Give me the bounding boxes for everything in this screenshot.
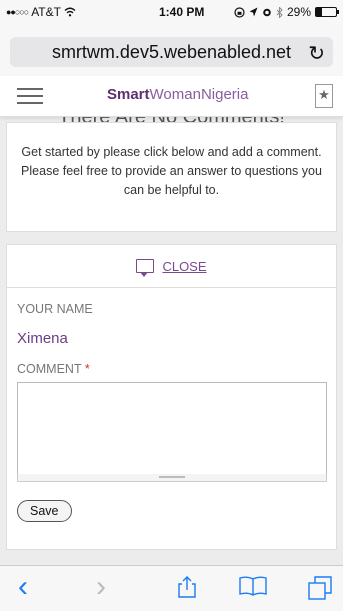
logo-nigeria: Nigeria <box>200 86 249 103</box>
comment-label: COMMENT * <box>17 362 90 376</box>
logo-smart: Smart <box>107 86 150 103</box>
address-bar[interactable]: smrtwm.dev5.webenabled.net ↻ <box>10 37 333 67</box>
back-icon[interactable]: ‹ <box>18 570 28 604</box>
carrier-info: ●●○○○ AT&T <box>6 5 76 19</box>
comment-label-text: COMMENT <box>17 362 82 376</box>
site-header: SmartWomanNigeria ★ <box>0 76 343 117</box>
battery-percent: 29% <box>286 5 311 19</box>
browser-address-area: smrtwm.dev5.webenabled.net ↻ <box>0 24 343 76</box>
status-indicators: 29% <box>234 5 339 19</box>
save-button[interactable]: Save <box>17 500 72 522</box>
status-time: 1:40 PM <box>159 5 205 19</box>
empty-comments-line1: Get started by please click below and ad… <box>21 145 322 159</box>
main-content: There Are No Comments! Get started by pl… <box>0 106 343 566</box>
textarea-resize-handle[interactable] <box>17 474 327 482</box>
comment-form: YOUR NAME Ximena COMMENT * Save <box>6 288 337 550</box>
share-icon[interactable] <box>178 576 196 598</box>
location-icon <box>249 7 258 17</box>
bluetooth-icon <box>276 6 283 18</box>
status-bar: ●●○○○ AT&T 1:40 PM 29% <box>0 0 343 24</box>
phone-screen: ●●○○○ AT&T 1:40 PM 29% smrtwm.dev5.weben… <box>0 0 343 611</box>
comment-icon <box>136 259 155 277</box>
browser-toolbar: ‹ › <box>0 565 343 611</box>
empty-comments-card: Get started by please click below and ad… <box>6 122 337 232</box>
battery-fill <box>316 8 322 16</box>
logo-woman: Woman <box>149 86 201 103</box>
close-comment-row[interactable]: CLOSE <box>6 244 337 288</box>
empty-comments-line2: Please feel free to provide an answer to… <box>21 164 322 197</box>
forward-icon[interactable]: › <box>96 570 106 604</box>
wifi-icon <box>64 7 76 17</box>
bookmark-icon[interactable]: ★ <box>315 84 333 108</box>
carrier-name: AT&T <box>31 5 61 19</box>
reload-icon[interactable]: ↻ <box>308 41 325 66</box>
site-logo[interactable]: SmartWomanNigeria <box>107 86 248 103</box>
comment-textarea[interactable] <box>17 382 327 476</box>
bookmarks-icon[interactable] <box>238 576 268 596</box>
signal-strength-icon: ●●○○○ <box>6 7 29 17</box>
close-link[interactable]: CLOSE <box>162 259 206 274</box>
name-label: YOUR NAME <box>17 302 93 316</box>
tabs-icon[interactable] <box>308 576 332 600</box>
name-value: Ximena <box>17 330 68 347</box>
alarm-icon <box>263 8 271 17</box>
hamburger-icon[interactable] <box>17 88 43 104</box>
url-text: smrtwm.dev5.webenabled.net <box>51 41 292 62</box>
lock-rotation-icon <box>234 6 245 18</box>
required-marker: * <box>84 362 90 376</box>
battery-icon <box>315 7 339 17</box>
